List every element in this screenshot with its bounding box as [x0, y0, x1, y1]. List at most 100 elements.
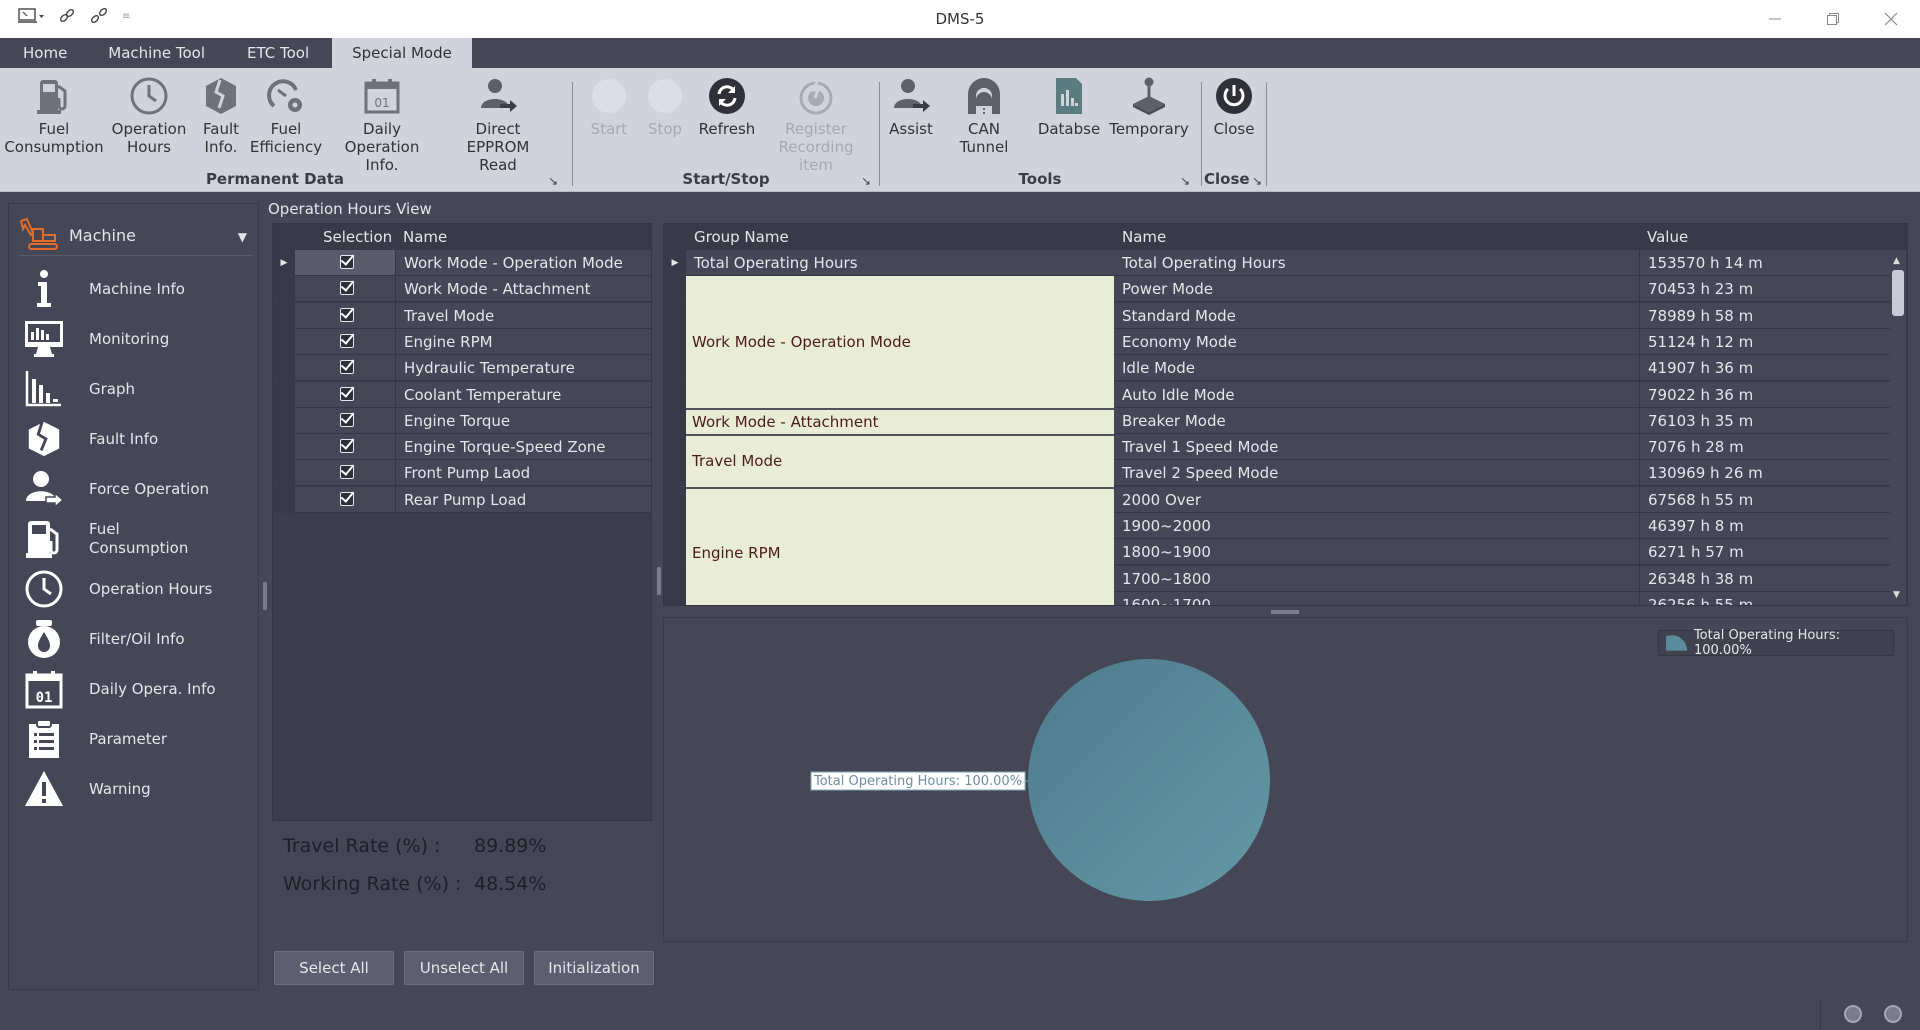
selection-row[interactable]: Engine Torque	[273, 408, 651, 434]
scroll-up-icon[interactable]: ▲	[1893, 256, 1900, 266]
hours-row[interactable]: Travel 2 Speed Mode130969 h 26 m	[664, 460, 1907, 486]
sidebar-item-force-operation[interactable]: Force Operation	[23, 466, 253, 512]
row-header[interactable]	[664, 329, 686, 355]
selection-checkbox[interactable]	[340, 360, 354, 374]
sidebar-splitter-handle[interactable]	[263, 582, 267, 610]
tab-machine-tool[interactable]: Machine Tool	[90, 38, 225, 68]
column-header-value[interactable]: Value	[1639, 224, 1688, 250]
row-header[interactable]	[273, 303, 295, 329]
hours-row[interactable]: Breaker Mode76103 h 35 m	[664, 408, 1907, 434]
row-header[interactable]	[664, 382, 686, 408]
row-header[interactable]	[273, 487, 295, 513]
column-header-selection[interactable]: Selection	[295, 224, 395, 250]
grid-splitter-handle[interactable]	[657, 567, 661, 595]
column-header-name[interactable]: Name	[395, 224, 447, 250]
selection-row[interactable]: Rear Pump Load	[273, 487, 651, 513]
row-header[interactable]	[273, 276, 295, 302]
operation-hours-button[interactable]: Operation Hours	[104, 74, 194, 174]
sidebar-item-monitoring[interactable]: Monitoring	[23, 316, 253, 362]
row-header[interactable]	[273, 434, 295, 460]
can-tunnel-button[interactable]: CAN Tunnel	[936, 74, 1032, 156]
machine-dropdown[interactable]: Machine ▼	[19, 216, 253, 256]
selection-row[interactable]: Engine Torque-Speed Zone	[273, 434, 651, 460]
start-button[interactable]: Start	[581, 74, 637, 174]
hours-row[interactable]: Auto Idle Mode79022 h 36 m	[664, 382, 1907, 408]
select-all-button[interactable]: Select All	[274, 951, 394, 985]
tab-etc-tool[interactable]: ETC Tool	[225, 38, 332, 68]
hours-row[interactable]: Economy Mode51124 h 12 m	[664, 329, 1907, 355]
selection-row[interactable]: Engine RPM	[273, 329, 651, 355]
dialog-launcher-icon[interactable]: ↘	[1180, 174, 1190, 188]
tab-special-mode[interactable]: Special Mode	[332, 38, 472, 68]
hours-row[interactable]: 1600~170026256 h 55 m	[664, 592, 1907, 606]
selection-checkbox[interactable]	[340, 439, 354, 453]
selection-row[interactable]: Hydraulic Temperature	[273, 355, 651, 381]
sidebar-item-fuel-consumption[interactable]: Fuel Consumption	[23, 516, 253, 562]
row-header[interactable]	[664, 592, 686, 606]
dialog-launcher-icon[interactable]: ↘	[861, 174, 871, 188]
hours-row[interactable]: 1800~19006271 h 57 m	[664, 539, 1907, 565]
hours-row[interactable]: Idle Mode41907 h 36 m	[664, 355, 1907, 381]
column-header-group-name[interactable]: Group Name	[686, 224, 789, 250]
row-header[interactable]	[664, 460, 686, 486]
row-header[interactable]	[664, 434, 686, 460]
hours-row[interactable]: Power Mode70453 h 23 m	[664, 276, 1907, 302]
sidebar-item-operation-hours[interactable]: Operation Hours	[23, 566, 253, 612]
hours-row[interactable]: 1900~200046397 h 8 m	[664, 513, 1907, 539]
row-header[interactable]	[273, 329, 295, 355]
refresh-button[interactable]: Refresh	[693, 74, 761, 174]
selection-row[interactable]: Coolant Temperature	[273, 382, 651, 408]
sidebar-item-fault-info[interactable]: Fault Info	[23, 416, 253, 462]
minimize-button[interactable]	[1746, 0, 1804, 38]
selection-checkbox[interactable]	[340, 387, 354, 401]
selection-checkbox[interactable]	[340, 413, 354, 427]
direct-epprom-read-button[interactable]: Direct EPPROM Read	[440, 74, 556, 174]
row-header[interactable]	[273, 460, 295, 486]
row-header[interactable]	[664, 487, 686, 513]
row-header[interactable]	[273, 408, 295, 434]
database-button[interactable]: Databse	[1032, 74, 1106, 156]
sidebar-item-filter-oil-info[interactable]: Filter/Oil Info	[23, 616, 253, 662]
row-header[interactable]	[664, 303, 686, 329]
register-recording-item-button[interactable]: Register Recording item	[761, 74, 871, 174]
sidebar-item-machine-info[interactable]: Machine Info	[23, 266, 253, 312]
hours-row[interactable]: Standard Mode78989 h 58 m	[664, 303, 1907, 329]
dialog-launcher-icon[interactable]: ↘	[548, 174, 558, 188]
current-row-indicator-icon[interactable]: ▶	[273, 250, 295, 276]
row-header[interactable]	[664, 276, 686, 302]
hours-row[interactable]: 1700~180026348 h 38 m	[664, 566, 1907, 592]
hours-row[interactable]: ▶Total Operating HoursTotal Operating Ho…	[664, 250, 1907, 276]
column-header-name[interactable]: Name	[1114, 224, 1166, 250]
close-window-button[interactable]	[1862, 0, 1920, 38]
row-header[interactable]	[664, 566, 686, 592]
row-header[interactable]	[664, 355, 686, 381]
selection-checkbox[interactable]	[340, 308, 354, 322]
selection-checkbox[interactable]	[340, 492, 354, 506]
sidebar-item-graph[interactable]: Graph	[23, 366, 253, 412]
sidebar-item-parameter[interactable]: Parameter	[23, 716, 253, 762]
selection-row[interactable]: Work Mode - Attachment	[273, 276, 651, 302]
restore-button[interactable]	[1804, 0, 1862, 38]
assist-button[interactable]: Assist	[886, 74, 936, 156]
selection-checkbox[interactable]	[340, 334, 354, 348]
initialization-button[interactable]: Initialization	[534, 951, 654, 985]
pie-slice[interactable]	[1028, 659, 1270, 901]
selection-checkbox[interactable]	[340, 465, 354, 479]
dialog-launcher-icon[interactable]: ↘	[1252, 174, 1262, 188]
unselect-all-button[interactable]: Unselect All	[404, 951, 524, 985]
row-header[interactable]	[273, 355, 295, 381]
scroll-down-icon[interactable]: ▼	[1893, 590, 1900, 600]
close-app-button[interactable]: Close	[1206, 74, 1262, 138]
row-header[interactable]	[664, 408, 686, 434]
tab-home[interactable]: Home	[0, 38, 90, 68]
hours-row[interactable]: Travel 1 Speed Mode7076 h 28 m	[664, 434, 1907, 460]
selection-row[interactable]: ▶Work Mode - Operation Mode	[273, 250, 651, 276]
fuel-consumption-button[interactable]: Fuel Consumption	[4, 74, 104, 174]
row-header[interactable]	[664, 513, 686, 539]
sidebar-item-warning[interactable]: Warning	[23, 766, 253, 812]
selection-checkbox[interactable]	[340, 255, 354, 269]
temporary-button[interactable]: Temporary	[1106, 74, 1192, 156]
vertical-scrollbar[interactable]: ▲ ▼	[1890, 250, 1906, 606]
selection-row[interactable]: Travel Mode	[273, 303, 651, 329]
stop-button[interactable]: Stop	[637, 74, 693, 174]
